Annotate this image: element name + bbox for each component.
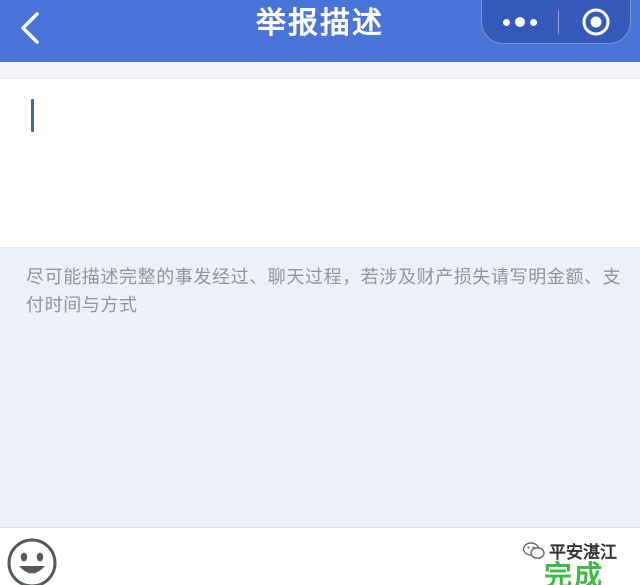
bottom-toolbar: 平安湛江 完成 bbox=[0, 527, 640, 585]
text-caret bbox=[31, 99, 34, 132]
wechat-logo-icon bbox=[523, 541, 545, 559]
more-button[interactable] bbox=[482, 0, 558, 43]
close-mini-program-button[interactable] bbox=[559, 0, 630, 43]
mini-program-capsule bbox=[481, 0, 631, 44]
smiley-face-icon bbox=[7, 538, 57, 585]
description-hint: 尽可能描述完整的事发经过、聊天过程，若涉及财产损失请写明金额、支付时间与方式 bbox=[26, 267, 622, 316]
chevron-left-icon bbox=[21, 12, 39, 44]
report-description-screen: 举报描述 尽可能描述完整的事发经过、聊天过程，若涉及财产损失请写明金额、支付时间… bbox=[0, 0, 640, 585]
back-button[interactable] bbox=[8, 6, 52, 50]
done-button[interactable]: 完成 bbox=[544, 554, 604, 585]
more-dots-icon bbox=[501, 17, 540, 27]
nav-header: 举报描述 bbox=[0, 0, 640, 62]
description-input[interactable] bbox=[0, 78, 640, 248]
emoji-button[interactable] bbox=[6, 537, 58, 585]
target-circle-icon bbox=[582, 8, 609, 36]
header-gap bbox=[0, 62, 640, 78]
